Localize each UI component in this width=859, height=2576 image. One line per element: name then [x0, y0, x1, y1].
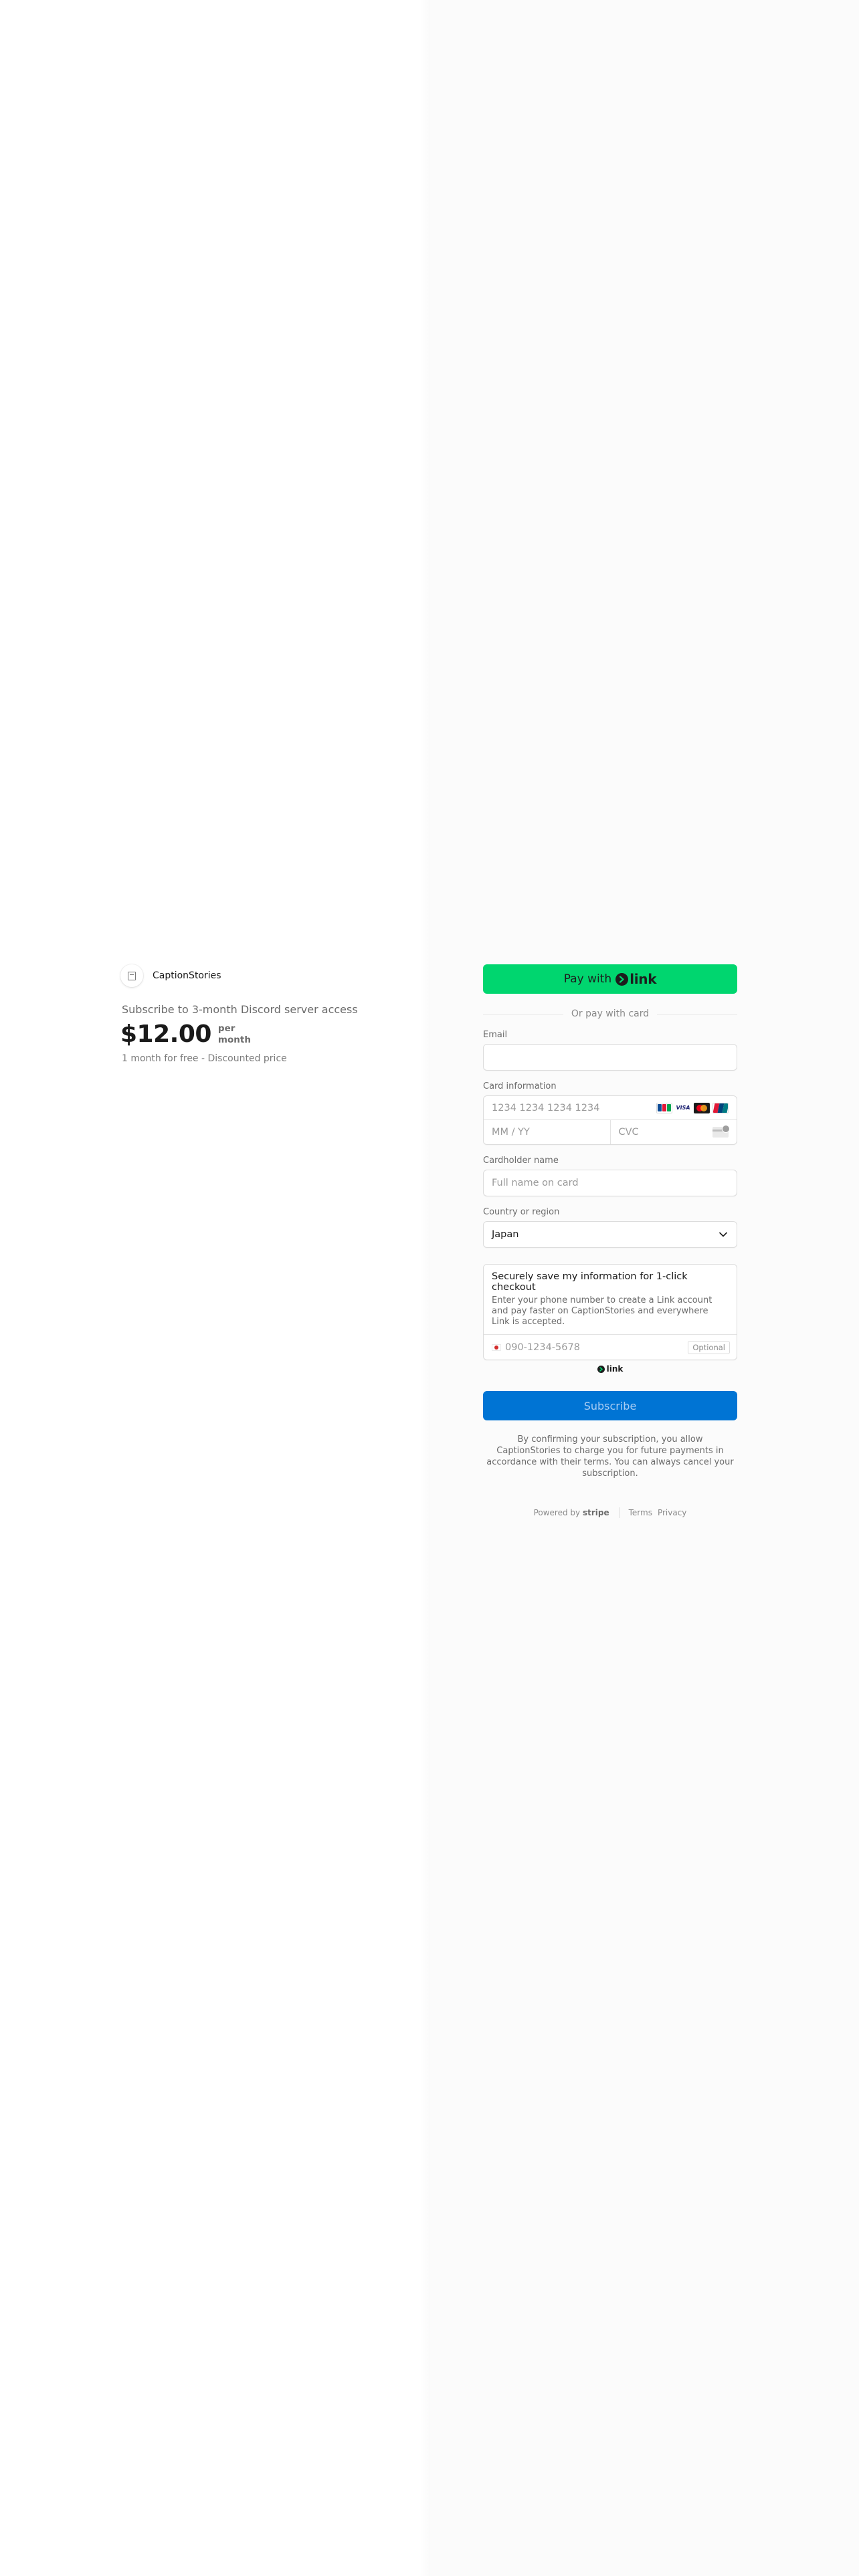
- powered-by-prefix: Powered by: [533, 1508, 581, 1517]
- terms-link[interactable]: Terms: [629, 1508, 652, 1517]
- japan-flag-icon: [492, 1344, 501, 1351]
- phone-field[interactable]: 090-1234-5678 Optional: [484, 1334, 737, 1360]
- link-save-info-box: Securely save my information for 1-click…: [483, 1264, 737, 1360]
- country-label: Country or region: [483, 1207, 560, 1217]
- link-wordmark: link: [630, 971, 657, 987]
- footer: Powered by stripe Terms Privacy: [483, 1507, 737, 1518]
- pay-with-link-button[interactable]: Pay with link: [483, 964, 737, 994]
- price-unit-period: month: [217, 1034, 251, 1045]
- link-mini-wordmark: link: [606, 1364, 624, 1374]
- cvc-field[interactable]: CVC: [611, 1120, 737, 1144]
- cardholder-name-field[interactable]: Full name on card: [483, 1170, 737, 1196]
- phone-placeholder: 090-1234-5678: [505, 1341, 580, 1353]
- card-info-label: Card information: [483, 1081, 557, 1091]
- cvc-card-icon: [712, 1125, 730, 1138]
- pay-with-link-label: Pay with: [563, 972, 612, 986]
- card-info-box: 1234 1234 1234 1234 VISA MM / YY CVC: [483, 1095, 737, 1145]
- price-unit-per: per: [217, 1023, 235, 1034]
- country-select[interactable]: Japan: [483, 1221, 737, 1248]
- save-info-description: Enter your phone number to create a Link…: [492, 1295, 712, 1327]
- mastercard-icon: [694, 1102, 710, 1113]
- stripe-wordmark: stripe: [582, 1508, 609, 1517]
- product-summary-pane: CaptionStories Subscribe to 3-month Disc…: [0, 0, 430, 2576]
- expiry-field[interactable]: MM / YY: [484, 1120, 611, 1144]
- link-arrow-icon: [615, 972, 629, 986]
- product-subtitle: 1 month for free - Discounted price: [122, 1053, 287, 1064]
- save-info-title: Securely save my information for 1-click…: [492, 1271, 688, 1293]
- visa-icon: VISA: [675, 1102, 691, 1113]
- card-number-field[interactable]: 1234 1234 1234 1234 VISA: [484, 1096, 737, 1120]
- powered-by-stripe[interactable]: Powered by stripe: [534, 1508, 609, 1517]
- jcb-icon: [656, 1102, 672, 1113]
- product-title: Subscribe to 3-month Discord server acce…: [122, 1003, 358, 1016]
- price-unit: per month: [218, 1023, 251, 1046]
- link-arrow-small-icon: [597, 1365, 605, 1373]
- country-value: Japan: [492, 1229, 519, 1240]
- unionpay-icon: [712, 1102, 729, 1113]
- cvc-placeholder: CVC: [618, 1127, 639, 1138]
- link-logo: link: [615, 971, 657, 987]
- subscribe-button[interactable]: Subscribe: [483, 1391, 737, 1420]
- link-mini-logo: link: [483, 1364, 737, 1374]
- cardholder-label: Cardholder name: [483, 1156, 559, 1166]
- email-label: Email: [483, 1030, 508, 1040]
- expiry-placeholder: MM / YY: [492, 1127, 530, 1138]
- merchant-logo-icon: [120, 964, 143, 987]
- or-divider-text: Or pay with card: [571, 1008, 650, 1019]
- payment-form: Pay with link Or pay with card Email Car…: [483, 964, 738, 1479]
- chevron-down-icon: [719, 1232, 727, 1237]
- optional-badge: Optional: [688, 1340, 730, 1354]
- privacy-link[interactable]: Privacy: [658, 1508, 686, 1517]
- merchant-name: CaptionStories: [153, 970, 221, 981]
- subscription-terms-text: By confirming your subscription, you all…: [486, 1434, 734, 1479]
- or-divider: Or pay with card: [483, 1007, 738, 1021]
- merchant-header[interactable]: CaptionStories: [120, 964, 221, 987]
- card-brands: VISA: [656, 1102, 729, 1113]
- card-number-placeholder: 1234 1234 1234 1234: [492, 1102, 600, 1113]
- product-price: $12.00: [120, 1021, 211, 1048]
- email-field[interactable]: [483, 1044, 737, 1071]
- price-row: $12.00 per month: [120, 1021, 251, 1048]
